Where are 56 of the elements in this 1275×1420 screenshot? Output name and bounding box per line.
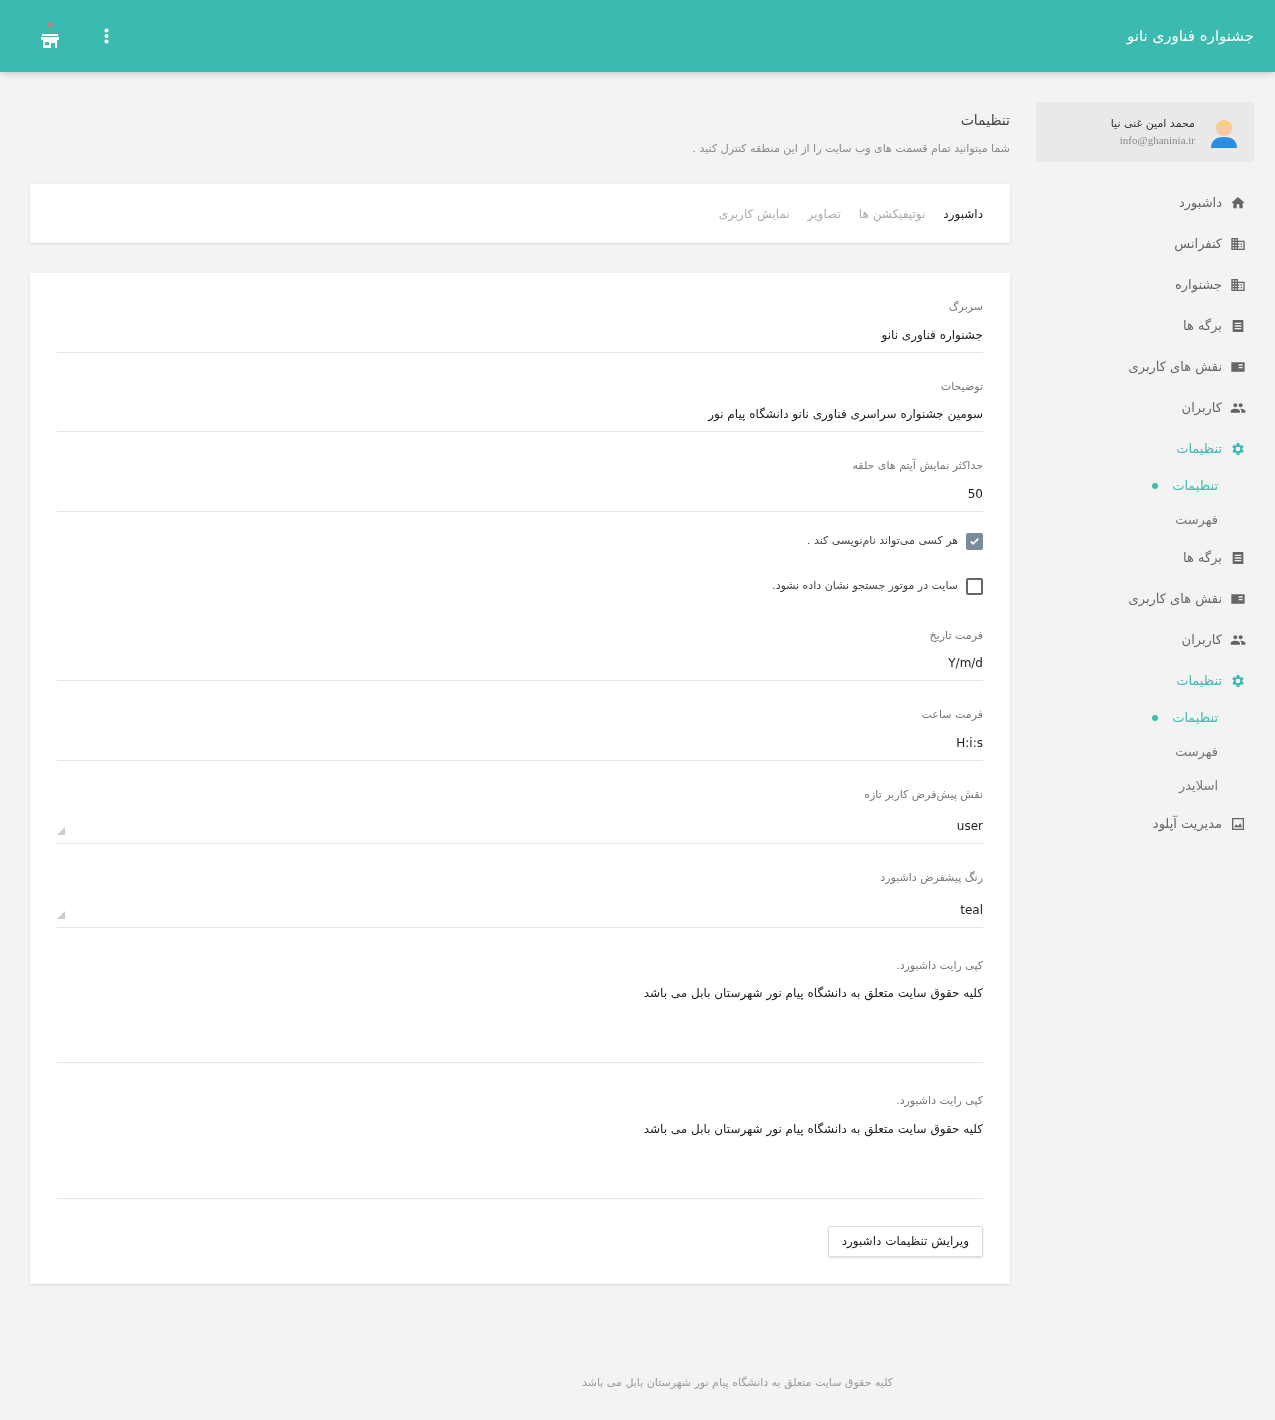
more-icon[interactable] — [104, 28, 109, 44]
text-area[interactable]: کلیه حقوق سایت متعلق به دانشگاه پیام نور شهرستان بابل می باشد — [57, 1119, 983, 1198]
sidebar-item[interactable]: جشنواره — [1036, 264, 1254, 305]
list-icon — [1230, 317, 1246, 334]
field-label: کپی رایت داشبورد. — [895, 957, 983, 974]
text-area[interactable]: کلیه حقوق سایت متعلق به دانشگاه پیام نور شهرستان بابل می باشد — [57, 984, 983, 1062]
app-title: جشنواره فناوری نانو — [1127, 25, 1254, 47]
dropdown-icon — [57, 910, 65, 919]
sidebar-item[interactable]: نقش های کاربری — [1036, 578, 1254, 619]
sidebar-subitem[interactable]: اسلایدر — [1036, 769, 1254, 803]
field-label: فرمت تاریخ — [928, 627, 983, 644]
check-icon — [969, 535, 980, 547]
field-label: فرمت ساعت — [920, 707, 983, 723]
checkbox-label: سایت در موتور جستجو نشان داده نشود. — [772, 577, 958, 594]
store-icon[interactable] — [40, 21, 60, 51]
user-email: info@ghaninia.ir — [1118, 133, 1195, 148]
tab[interactable]: داشبورد — [943, 204, 983, 223]
select-value: teal — [960, 901, 983, 919]
sidebar-item[interactable]: کاربران — [1036, 619, 1254, 660]
field-label: توضیحات — [939, 378, 983, 395]
building-icon — [1230, 276, 1246, 293]
field-label: نقش پیش‌فرض کاربر تازه — [863, 786, 983, 803]
text-field[interactable]: 50 — [57, 484, 983, 503]
text-field[interactable]: H:i:s — [57, 733, 983, 752]
sidebar-subitem[interactable]: فهرست — [1036, 735, 1254, 769]
footer-text: کلیه حقوق سایت متعلق به دانشگاه پیام نور شهرستان بابل می باشد — [581, 1375, 894, 1391]
field-label: سربرگ — [947, 299, 983, 315]
field-label: حداکثر نمایش آیتم های حلقه — [851, 458, 983, 474]
page-subtitle: شما میتوانید تمام قسمت های وب سایت را از این منطقه کنترل کنید . — [691, 141, 1010, 157]
submit-button[interactable]: ویرایش تنظیمات داشبورد — [827, 1225, 983, 1257]
checkbox[interactable] — [966, 577, 983, 595]
sidebar-item[interactable]: نقش های کاربری — [1036, 346, 1254, 387]
user-name: محمد امین غنی نیا — [1110, 115, 1195, 132]
sidebar-subitem[interactable]: فهرست — [1036, 503, 1254, 537]
settings-icon — [1230, 672, 1246, 689]
text-field[interactable]: سومین جشنواره سراسری فناوری نانو دانشگاه پیام نور — [57, 405, 983, 423]
page-title: تنظیمات — [959, 111, 1010, 130]
checkbox-label: هر کسی می‌تواند نام‌نویسی کند . — [806, 532, 958, 549]
sidebar-item[interactable]: برگه ها — [1036, 305, 1254, 346]
select-value: user — [956, 818, 983, 835]
building-icon — [1230, 235, 1246, 252]
checkbox[interactable] — [966, 532, 983, 550]
sidebar-item[interactable]: کاربران — [1036, 387, 1254, 428]
field-label: رنگ پیشفرض داشبورد — [879, 870, 983, 886]
dropdown-icon — [57, 827, 65, 835]
settings-icon — [1230, 440, 1246, 457]
text-field[interactable]: جشنواره فناوری نانو — [57, 325, 983, 344]
image-icon — [1230, 815, 1246, 832]
sidebar-item[interactable]: برگه ها — [1036, 537, 1254, 578]
field-label: کپی رایت داشبورد. — [895, 1093, 983, 1109]
sidebar-item[interactable]: کنفرانس — [1036, 223, 1254, 264]
sidebar-item[interactable]: داشبورد — [1036, 182, 1254, 223]
list-icon — [1230, 549, 1246, 566]
sidebar-item[interactable]: مدیریت آپلود — [1036, 803, 1254, 844]
home-icon — [1230, 194, 1246, 211]
text-field[interactable]: Y/m/d — [57, 654, 983, 672]
